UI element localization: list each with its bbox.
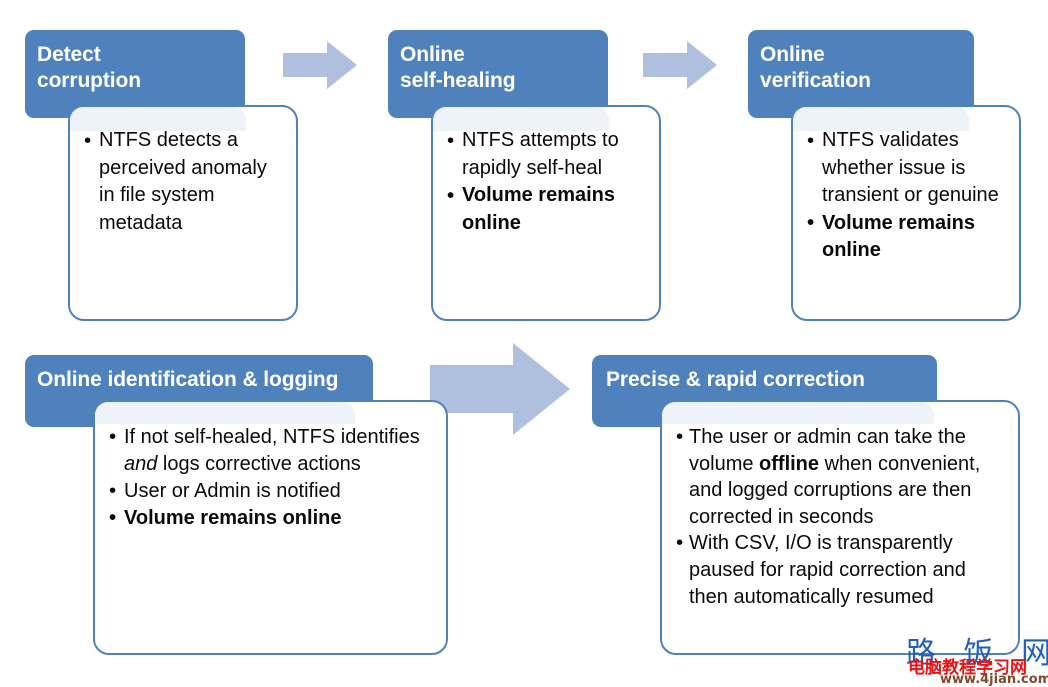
bullet-item: NTFS detects a perceived anomaly in file…: [82, 127, 282, 237]
bullet-item-emphasis: Volume remains online: [107, 505, 434, 533]
step-card-online-identification-logging: If not self-healed, NTFS identifies and …: [93, 400, 448, 655]
step-header-line1: Detect: [37, 43, 101, 66]
card-overlap-tint: [662, 402, 934, 424]
step-header-line1: Online: [760, 43, 825, 66]
step-card-online-verification: NTFS validates whether issue is transien…: [791, 105, 1021, 321]
bullet-item: NTFS validates whether issue is transien…: [805, 127, 1009, 210]
bullet-item: NTFS attempts to rapidly self-heal: [445, 127, 647, 182]
step-header-line1: Online identification & logging: [37, 368, 339, 391]
step-bullet-list: NTFS attempts to rapidly self-heal Volum…: [445, 127, 647, 237]
step-header-line2: self-healing: [400, 68, 516, 92]
step-header-line1: Online: [400, 43, 465, 66]
bullet-item: With CSV, I/O is transparently paused fo…: [676, 530, 1010, 610]
arrow-identification-to-correction-icon: [430, 343, 570, 435]
diagram-canvas: Detect corruption NTFS detects a perceiv…: [0, 0, 1048, 687]
bullet-item: User or Admin is notified: [107, 478, 434, 506]
step-header-line2: corruption: [37, 68, 141, 92]
step-bullet-list: The user or admin can take the volume of…: [676, 424, 1010, 610]
step-bullet-list: NTFS detects a perceived anomaly in file…: [82, 127, 282, 237]
bullet-item-emphasis: Volume remains online: [445, 182, 647, 237]
step-card-online-self-healing: NTFS attempts to rapidly self-heal Volum…: [431, 105, 661, 321]
arrow-selfhealing-to-verification-icon: [643, 41, 717, 89]
watermark-red-text: 电脑教程学习网: [908, 658, 1027, 678]
step-card-detect-corruption: NTFS detects a perceived anomaly in file…: [68, 105, 298, 321]
bullet-item: If not self-healed, NTFS identifies and …: [107, 424, 434, 478]
step-bullet-list: If not self-healed, NTFS identifies and …: [107, 424, 434, 533]
bullet-item: The user or admin can take the volume of…: [676, 424, 1010, 530]
bullet-text: If not self-healed, NTFS identifies and …: [124, 426, 420, 475]
bullet-item-emphasis: Volume remains online: [805, 209, 1009, 265]
bullet-text: The user or admin can take the volume of…: [689, 426, 981, 528]
step-card-precise-rapid-correction: The user or admin can take the volume of…: [660, 400, 1020, 655]
step-header-line1: Precise & rapid correction: [606, 368, 865, 391]
card-overlap-tint: [95, 402, 355, 424]
step-bullet-list: NTFS validates whether issue is transien…: [805, 127, 1009, 265]
step-header-line2: verification: [760, 68, 871, 92]
arrow-detect-to-selfhealing-icon: [283, 41, 357, 89]
